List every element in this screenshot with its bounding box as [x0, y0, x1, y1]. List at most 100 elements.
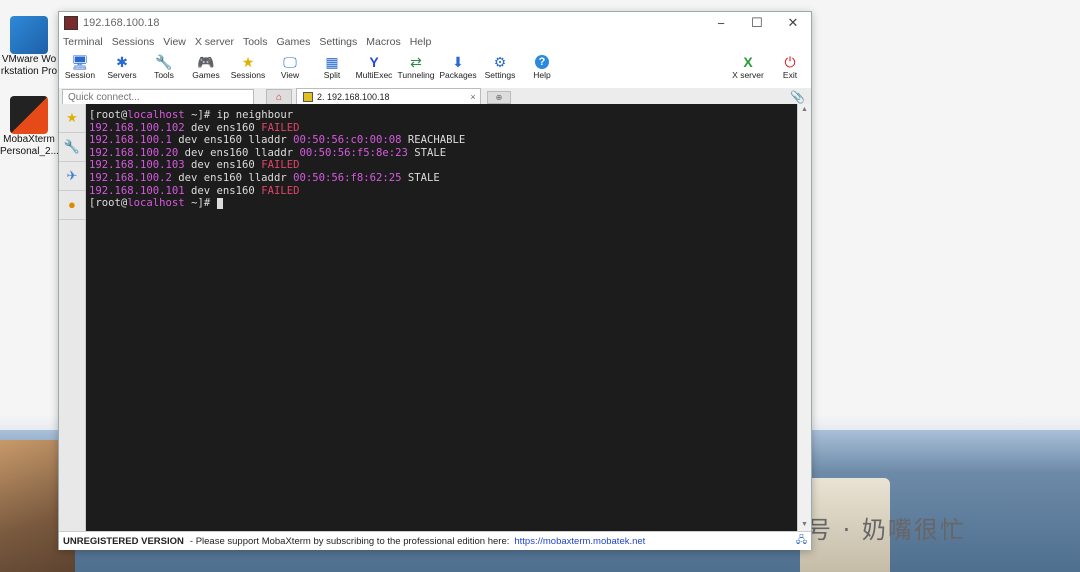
gear-icon: ⚙	[493, 54, 507, 70]
settings-button[interactable]: ⚙ Settings	[479, 54, 521, 80]
neighbour-state: FAILED	[261, 159, 300, 172]
menu-macros[interactable]: Macros	[366, 36, 400, 48]
neighbour-state: STALE	[407, 146, 447, 159]
terminal-line: 192.168.100.102 dev ens160 FAILED	[89, 122, 794, 135]
toolbar-label: Session	[64, 70, 96, 80]
neighbour-ip: 192.168.100.103	[88, 159, 185, 172]
registration-status: UNREGISTERED VERSION	[63, 535, 184, 547]
neighbour-ip: 192.168.100.1	[88, 134, 172, 147]
sessions-button[interactable]: ★ Sessions	[227, 54, 269, 80]
neighbour-dev: dev ens160	[184, 121, 262, 134]
neighbour-ip: 192.168.100.20	[88, 146, 179, 159]
neighbour-ip: 192.168.100.102	[88, 121, 185, 134]
neighbour-ip: 192.168.100.2	[88, 171, 172, 184]
neighbour-state: STALE	[401, 171, 440, 184]
menu-games[interactable]: Games	[276, 36, 310, 48]
prompt-user: root	[95, 109, 121, 121]
terminal-output[interactable]: [root@localhost ~]# ip neighbour 192.168…	[85, 104, 798, 531]
maximize-button[interactable]: ☐	[739, 15, 775, 31]
terminal-line: [root@localhost ~]# ip neighbour	[88, 109, 294, 121]
session-button[interactable]: 🖥 Session	[59, 54, 101, 80]
status-bar: UNREGISTERED VERSION - Please support Mo…	[59, 531, 811, 550]
terminal-scrollbar[interactable]: ▲ ▼	[797, 104, 811, 531]
paperclip-icon[interactable]: 📎	[790, 90, 805, 104]
new-tab-button[interactable]: ⊕	[487, 90, 511, 104]
neighbour-mac: 00:50:56:f8:62:25	[293, 171, 402, 184]
window-title: 192.168.100.18	[83, 17, 160, 29]
games-button[interactable]: 🎮 Games	[185, 54, 227, 80]
neighbour-ip: 192.168.100.101	[88, 184, 185, 197]
games-icon: 🎮	[197, 54, 215, 70]
star-icon: ★	[241, 54, 255, 70]
mobaxterm-window: 192.168.100.18 − ☐ ✕ Terminal Sessions V…	[58, 11, 812, 550]
main-area: ★ 🔧 ✈ ● [root@localhost ~]# ip neighbour…	[59, 104, 811, 531]
menu-xserver[interactable]: X server	[195, 36, 234, 48]
desktop-icon-label: VMware Wo rkstation Pro	[0, 54, 58, 77]
multiexec-button[interactable]: Y MultiExec	[353, 54, 395, 80]
toolbar-label: Settings	[484, 70, 516, 80]
scroll-down-icon[interactable]: ▼	[798, 519, 811, 531]
menu-terminal[interactable]: Terminal	[63, 36, 103, 48]
terminal-line: 192.168.100.1 dev ens160 lladdr 00:50:56…	[89, 134, 794, 147]
neighbour-dev: dev ens160	[184, 159, 262, 172]
neighbour-mac: 00:50:56:f5:8e:23	[299, 146, 408, 159]
terminal-line: 192.168.100.101 dev ens160 FAILED	[89, 185, 794, 198]
toolbar-label: Sessions	[230, 70, 266, 80]
toolbar-label: View	[280, 70, 300, 80]
neighbour-state: FAILED	[261, 184, 300, 197]
packages-icon: ⬇	[452, 54, 464, 70]
sidebar-tools-icon[interactable]: 🔧	[59, 133, 85, 162]
split-icon: ▦	[325, 54, 339, 70]
menu-bar: Terminal Sessions View X server Tools Ga…	[59, 34, 811, 50]
sidebar-macros-icon[interactable]: ●	[59, 191, 85, 220]
desktop-icon-mobaxterm[interactable]: MobaXterm Personal_2...	[0, 96, 58, 158]
toolbar-label: Tunneling	[397, 70, 435, 80]
tools-button[interactable]: 🔧 Tools	[143, 54, 185, 80]
network-icon: 🖧	[795, 534, 807, 546]
neighbour-dev: dev ens160 lladdr	[171, 134, 294, 147]
prompt-dir: ~	[191, 109, 198, 121]
toolbar-label: Servers	[107, 70, 137, 80]
home-tab[interactable]: ⌂	[266, 88, 292, 106]
plus-icon: ⊕	[495, 92, 503, 102]
terminal-cursor	[216, 197, 223, 209]
xserver-button[interactable]: XX server	[727, 54, 769, 80]
view-button[interactable]: 🖵 View	[269, 54, 311, 80]
tools-icon: 🔧	[155, 54, 173, 70]
quick-connect-input[interactable]	[62, 88, 254, 106]
support-message: - Please support MobaXterm by subscribin…	[189, 535, 510, 547]
desktop-icon-label: MobaXterm Personal_2...	[0, 134, 58, 157]
multiexec-icon: Y	[369, 54, 379, 70]
terminal-line: 192.168.100.2 dev ens160 lladdr 00:50:56…	[89, 172, 794, 185]
tunneling-button[interactable]: ⇄ Tunneling	[395, 54, 437, 80]
xserver-icon: X	[743, 54, 753, 70]
menu-sessions[interactable]: Sessions	[112, 36, 155, 48]
scroll-up-icon[interactable]: ▲	[798, 104, 811, 116]
sidebar-sftp-icon[interactable]: ✈	[59, 162, 85, 191]
close-button[interactable]: ✕	[775, 15, 811, 31]
app-icon	[64, 16, 78, 30]
menu-view[interactable]: View	[163, 36, 186, 48]
packages-button[interactable]: ⬇ Packages	[437, 54, 479, 80]
toolbar-label: MultiExec	[355, 70, 393, 80]
mobatek-link[interactable]: https://mobaxterm.mobatek.net	[514, 536, 645, 547]
servers-button[interactable]: ✱ Servers	[101, 54, 143, 80]
toolbar-label: Games	[192, 70, 220, 80]
servers-icon: ✱	[116, 54, 128, 70]
sidebar-sessions-star-icon[interactable]: ★	[59, 104, 85, 133]
prompt-user: root	[95, 197, 121, 210]
minimize-button[interactable]: −	[703, 16, 739, 31]
desktop-icon-vmware[interactable]: VMware Wo rkstation Pro	[0, 16, 58, 78]
menu-settings[interactable]: Settings	[319, 36, 357, 48]
menu-help[interactable]: Help	[410, 36, 432, 48]
terminal-line: [root@localhost ~]#	[89, 197, 794, 210]
terminal-line: 192.168.100.20 dev ens160 lladdr 00:50:5…	[89, 147, 794, 160]
terminal-line: 192.168.100.103 dev ens160 FAILED	[89, 159, 794, 172]
terminal-tab-icon	[303, 92, 313, 102]
menu-tools[interactable]: Tools	[243, 36, 268, 48]
help-button[interactable]: ? Help	[521, 54, 563, 80]
tab-close-icon[interactable]: ×	[466, 92, 480, 102]
power-icon: ⏻	[784, 54, 796, 70]
exit-button[interactable]: ⏻ Exit	[769, 54, 811, 80]
split-button[interactable]: ▦ Split	[311, 54, 353, 80]
